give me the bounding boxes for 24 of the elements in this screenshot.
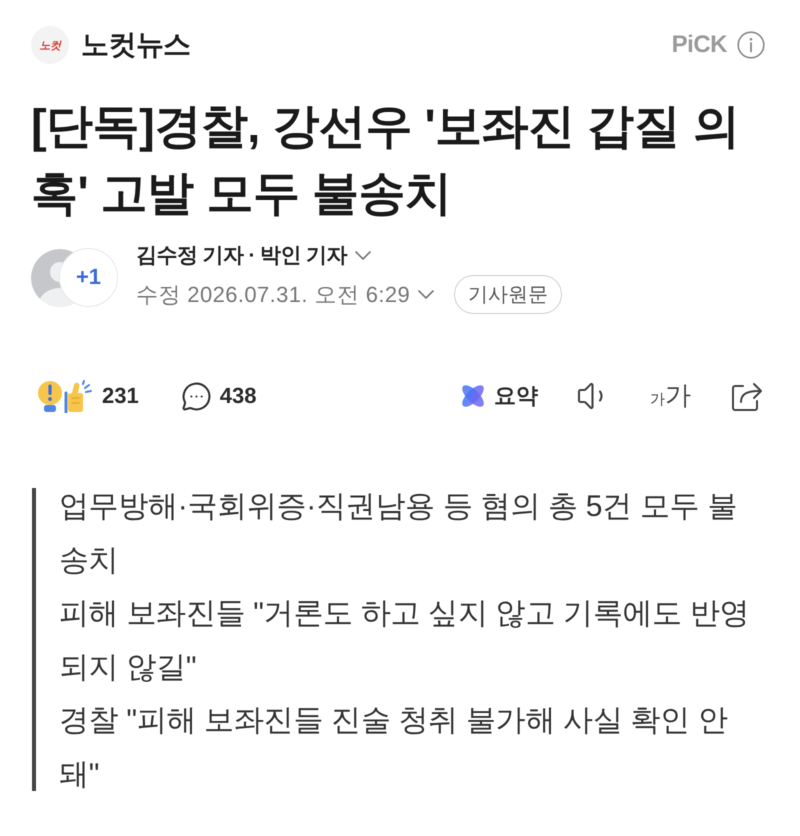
pick-label: PiCK bbox=[672, 31, 727, 59]
press-name-link[interactable]: 노컷뉴스 bbox=[81, 26, 191, 64]
chevron-down-icon bbox=[354, 250, 371, 260]
chevron-down-icon bbox=[418, 290, 434, 299]
comment-icon bbox=[180, 380, 212, 412]
info-icon bbox=[737, 31, 765, 59]
share-icon bbox=[729, 380, 765, 412]
summary-text: 업무방해·국회위증·직권남용 등 혐의 총 5건 모두 불송치 bbox=[59, 489, 738, 578]
bulb-thumbs-up-icon bbox=[37, 380, 94, 412]
original-article-button[interactable]: 기사원문 bbox=[454, 275, 562, 314]
summary-text: 경찰 "피해 보좌진들 진술 청취 불가해 사실 확인 안 돼" bbox=[59, 703, 729, 792]
info-button[interactable] bbox=[737, 31, 765, 59]
share-button[interactable] bbox=[729, 380, 765, 412]
authors-button[interactable]: 김수정 기자 · 박인 기자 bbox=[136, 241, 371, 269]
more-authors-badge: +1 bbox=[59, 248, 118, 306]
logo-badge[interactable]: 노컷 bbox=[31, 26, 69, 64]
summary-text: 피해 보좌진들 "거론도 하고 싶지 않고 기록에도 반영되지 않길" bbox=[59, 596, 750, 686]
headline: [단독]경찰, 강선우 '보좌진 갑질 의혹' 고발 모두 불송치 bbox=[31, 98, 740, 221]
ribbon-x-icon bbox=[460, 383, 486, 409]
font-size-button[interactable]: 가가 bbox=[650, 374, 691, 418]
comment-button[interactable]: 438 bbox=[180, 374, 256, 418]
reaction-button[interactable]: 231 bbox=[37, 374, 139, 418]
date-button[interactable]: 수정 2026.07.31. 오전 6:29 bbox=[136, 280, 434, 310]
summary-button[interactable]: 요약 bbox=[460, 374, 538, 418]
